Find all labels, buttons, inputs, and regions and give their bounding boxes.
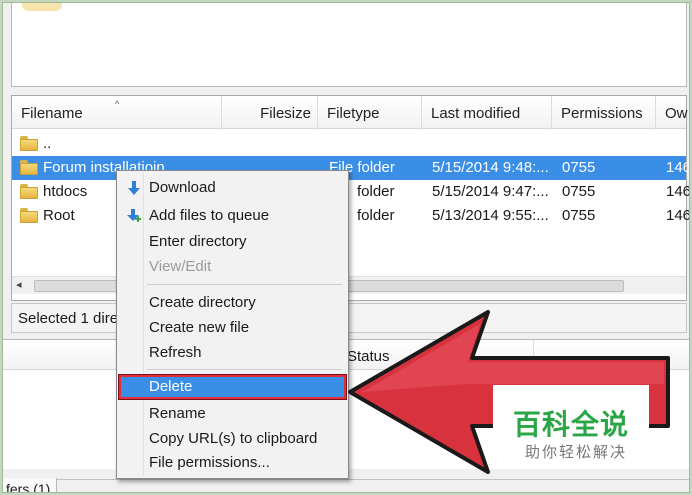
add-to-queue-icon <box>127 209 141 222</box>
folder-icon <box>20 160 38 175</box>
folder-icon <box>20 208 38 223</box>
column-permissions[interactable]: Permissions <box>552 96 656 129</box>
menu-item-label: Create new file <box>149 319 250 336</box>
remote-directory-tree[interactable] <box>11 3 687 87</box>
menu-item-enter-directory[interactable]: Enter directory <box>119 230 346 254</box>
watermark-subtitle: 助你轻松解决 <box>525 444 628 461</box>
menu-item-label: Enter directory <box>149 233 247 250</box>
file-owner: 146 <box>666 159 690 176</box>
status-text: Selected 1 dire <box>18 310 119 327</box>
folder-icon <box>22 3 62 11</box>
file-permissions: 0755 <box>562 207 596 224</box>
file-list-header: Filename ^ Filesize Filetype Last modifi… <box>12 96 688 129</box>
menu-item-rename[interactable]: Rename <box>119 402 346 426</box>
file-modified: 5/15/2014 9:47:... <box>432 183 549 200</box>
menu-item-view-edit: View/Edit <box>119 255 346 279</box>
file-type: folder <box>357 183 395 200</box>
file-row-parent[interactable]: .. <box>12 132 686 156</box>
menu-item-delete[interactable]: Delete <box>118 374 347 400</box>
file-owner: 146 <box>666 207 690 224</box>
watermark-title: 百科全说 <box>513 409 630 440</box>
file-row[interactable]: Root folder 5/13/2014 9:55:... 0755 146 <box>12 204 689 228</box>
menu-item-label: View/Edit <box>149 258 212 275</box>
watermark-logo: 百科全说 助你轻松解决 <box>493 385 649 465</box>
download-arrow-icon <box>128 181 140 195</box>
column-filesize[interactable]: Filesize <box>222 96 318 129</box>
menu-item-add-files-to-queue[interactable]: Add files to queue <box>119 204 346 228</box>
status-bar: Selected 1 dire <box>11 303 687 333</box>
file-modified: 5/15/2014 9:48:... <box>432 159 549 176</box>
file-owner: 146 <box>666 183 690 200</box>
file-name: .. <box>43 135 52 152</box>
sort-ascending-icon: ^ <box>115 99 120 109</box>
remote-file-list[interactable]: Filename ^ Filesize Filetype Last modifi… <box>11 95 689 301</box>
folder-icon <box>20 136 38 151</box>
menu-item-file-permissions[interactable]: File permissions... <box>119 451 346 475</box>
queue-tabs: fers (1) <box>3 478 689 492</box>
menu-item-label: Delete <box>149 378 193 395</box>
menu-item-label: File permissions... <box>149 454 270 471</box>
file-type: folder <box>357 207 395 224</box>
menu-item-download[interactable]: Download <box>119 176 346 200</box>
context-menu: Download Add files to queue Enter direct… <box>116 170 349 479</box>
file-name: Root <box>43 207 75 224</box>
menu-separator <box>147 369 342 370</box>
menu-separator <box>147 284 342 285</box>
folder-icon <box>20 184 38 199</box>
file-permissions: 0755 <box>562 183 596 200</box>
menu-item-create-directory[interactable]: Create directory <box>119 291 346 315</box>
queue-column-status[interactable]: Status <box>347 340 390 374</box>
file-name: htdocs <box>43 183 88 200</box>
menu-item-label: Copy URL(s) to clipboard <box>149 430 318 447</box>
menu-item-copy-url[interactable]: Copy URL(s) to clipboard <box>119 427 346 451</box>
column-owner[interactable]: Ow <box>656 96 689 129</box>
scroll-left-icon[interactable]: ◂ <box>16 278 22 291</box>
file-modified: 5/13/2014 9:55:... <box>432 207 549 224</box>
menu-item-label: Rename <box>149 405 206 422</box>
file-row-selected[interactable]: Forum installatioin File folder 5/15/201… <box>12 156 689 180</box>
file-row[interactable]: htdocs folder 5/15/2014 9:47:... 0755 14… <box>12 180 689 204</box>
menu-item-refresh[interactable]: Refresh <box>119 341 346 365</box>
menu-item-label: Refresh <box>149 344 202 361</box>
file-permissions: 0755 <box>562 159 596 176</box>
menu-item-label: Add files to queue <box>149 207 270 224</box>
column-last-modified[interactable]: Last modified <box>422 96 552 129</box>
menu-item-label: Download <box>149 179 216 196</box>
horizontal-scrollbar[interactable]: ◂ <box>12 276 686 294</box>
menu-item-create-new-file[interactable]: Create new file <box>119 316 346 340</box>
column-filetype[interactable]: Filetype <box>318 96 422 129</box>
menu-item-label: Create directory <box>149 294 256 311</box>
tab-queued-transfers[interactable]: fers (1) <box>3 478 58 492</box>
